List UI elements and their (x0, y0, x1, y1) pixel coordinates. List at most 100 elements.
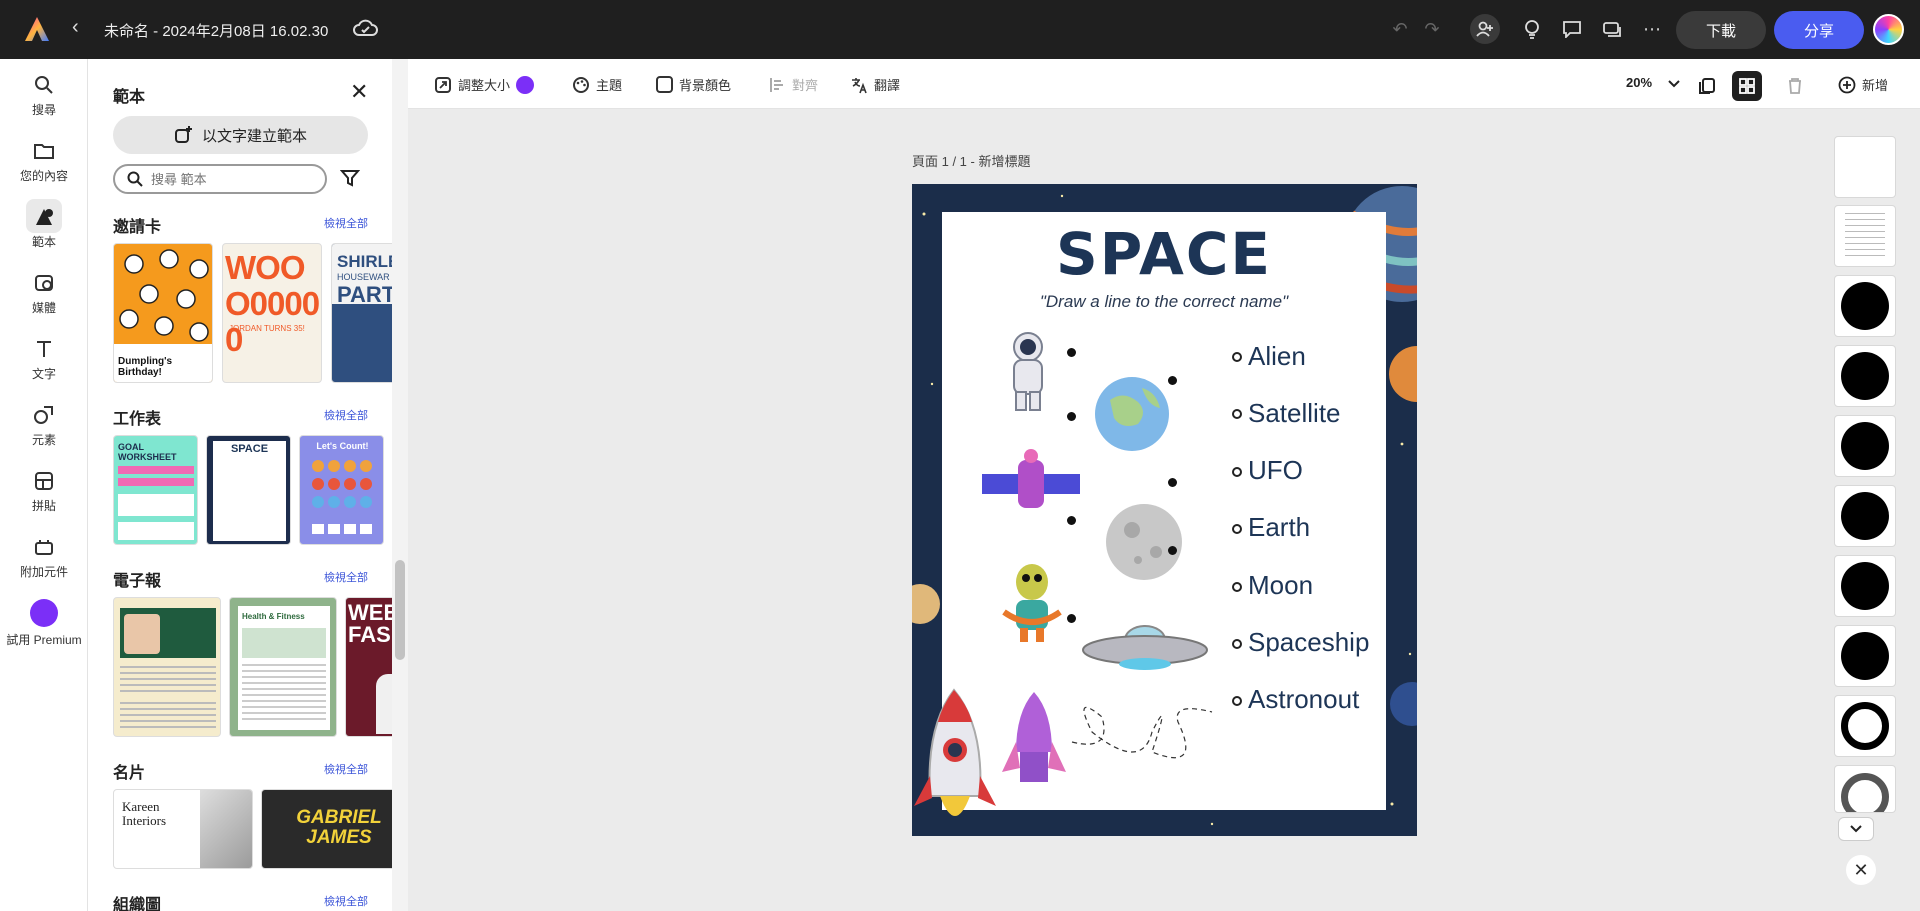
present-icon[interactable] (1600, 17, 1624, 41)
page-label[interactable]: 頁面 1 / 1 - 新增標題 (912, 151, 1030, 170)
match-dot-spaceship[interactable] (1067, 614, 1076, 623)
template-thumb-worksheet-3[interactable]: Let's Count! (299, 435, 384, 545)
undo-icon[interactable]: ↶ (1388, 17, 1412, 41)
close-icon[interactable]: ✕ (350, 79, 368, 105)
match-dot-earth[interactable] (1168, 376, 1177, 385)
template-thumb-worksheet-1[interactable]: GOAL WORKSHEET (113, 435, 198, 545)
name-satellite[interactable]: Satellite (1248, 398, 1341, 429)
name-ring-satellite[interactable] (1232, 409, 1242, 419)
rail-item-your-content[interactable]: 您的內容 (0, 139, 88, 184)
generate-template-button[interactable]: 以文字建立範本 (113, 116, 368, 154)
layer-thumb-10[interactable] (1834, 765, 1896, 813)
template-thumb-invite-2[interactable]: WOOO00000 JORDAN TURNS 35! (222, 243, 322, 383)
layer-thumb-2[interactable] (1834, 205, 1896, 267)
name-spaceship[interactable]: Spaceship (1248, 627, 1369, 658)
layer-thumb-6[interactable] (1834, 485, 1896, 547)
layer-thumb-8[interactable] (1834, 625, 1896, 687)
name-ring-ufo[interactable] (1232, 467, 1242, 477)
template-thumb-card-2[interactable]: GABRIEL JAMES (261, 789, 407, 869)
rail-item-media[interactable]: 媒體 (0, 271, 88, 316)
rail-item-text[interactable]: 文字 (0, 337, 88, 382)
invite-3-line-3: PART (337, 282, 396, 307)
match-dot-alien[interactable] (1067, 516, 1076, 525)
section-title-org-charts: 組織圖 (113, 897, 162, 911)
invite-2-title: WOOO00000 (225, 249, 320, 358)
align-button[interactable]: 對齊 (768, 75, 818, 94)
view-all-worksheets-link[interactable]: 檢視全部 (324, 407, 368, 423)
background-color-button[interactable]: 背景顏色 (656, 75, 731, 94)
more-options-icon[interactable]: ⋯ (1640, 17, 1664, 41)
artboard[interactable]: SPACE "Draw a line to the correct name" (912, 184, 1417, 836)
share-button[interactable]: 分享 (1774, 11, 1864, 49)
rail-item-templates[interactable]: 範本 (0, 199, 88, 250)
template-thumb-card-1[interactable]: Kareen Interiors (113, 789, 253, 869)
template-search-input[interactable] (151, 171, 311, 187)
theme-button[interactable]: 主題 (572, 75, 622, 94)
name-moon[interactable]: Moon (1248, 570, 1313, 601)
rail-item-addons[interactable]: 附加元件 (0, 535, 88, 580)
template-thumb-newsletter-1[interactable] (113, 597, 221, 737)
name-ring-alien[interactable] (1232, 352, 1242, 362)
layer-thumb-4[interactable] (1834, 345, 1896, 407)
pages-view-button[interactable] (1692, 71, 1722, 101)
view-all-business-cards-link[interactable]: 檢視全部 (324, 761, 368, 777)
user-avatar[interactable] (1873, 14, 1904, 45)
resize-button[interactable]: 調整大小 (434, 75, 535, 94)
cloud-sync-icon[interactable] (352, 17, 378, 39)
name-earth[interactable]: Earth (1248, 512, 1310, 543)
name-astronout[interactable]: Astronout (1248, 684, 1359, 715)
name-ring-astronout[interactable] (1232, 696, 1242, 706)
panel-scrollbar[interactable] (392, 59, 408, 911)
name-ring-moon[interactable] (1232, 582, 1242, 592)
layers-scroll-down-button[interactable] (1838, 817, 1874, 841)
panel-scrollbar-thumb[interactable] (395, 560, 405, 660)
name-ring-spaceship[interactable] (1232, 639, 1242, 649)
template-thumb-newsletter-2[interactable]: Health & Fitness (229, 597, 337, 737)
worksheet-2-title: SPACE (230, 443, 269, 455)
view-all-org-charts-link[interactable]: 檢視全部 (324, 893, 368, 909)
template-thumb-invite-1[interactable]: Dumpling's Birthday! (113, 243, 213, 383)
layout-view-button[interactable] (1732, 71, 1762, 101)
layer-thumb-9[interactable] (1834, 695, 1896, 757)
layer-thumb-5[interactable] (1834, 415, 1896, 477)
filter-icon[interactable] (340, 168, 360, 188)
rocket-illustration (914, 688, 996, 816)
template-thumb-worksheet-2[interactable]: SPACE (206, 435, 291, 545)
match-dot-satellite[interactable] (1067, 412, 1076, 421)
download-button[interactable]: 下載 (1676, 11, 1766, 49)
document-title[interactable]: 未命名 - 2024年2月08日 16.02.30 (104, 20, 328, 41)
generate-template-label: 以文字建立範本 (201, 127, 307, 145)
redo-icon[interactable]: ↷ (1420, 17, 1444, 41)
translate-icon (852, 77, 867, 93)
add-page-button[interactable]: 新增 (1838, 75, 1888, 94)
layer-thumb-3[interactable] (1834, 275, 1896, 337)
zoom-chevron-down-icon[interactable] (1668, 79, 1680, 89)
back-chevron-icon[interactable]: ‹ (72, 16, 79, 39)
layer-thumb-1[interactable] (1834, 136, 1896, 198)
name-ring-earth[interactable] (1232, 524, 1242, 534)
rail-item-elements[interactable]: 元素 (0, 403, 88, 448)
template-search-box[interactable] (113, 164, 327, 194)
delete-page-button[interactable] (1780, 71, 1810, 101)
layer-thumb-7[interactable] (1834, 555, 1896, 617)
name-alien[interactable]: Alien (1248, 341, 1306, 372)
match-dot-moon[interactable] (1168, 478, 1177, 487)
rail-item-search[interactable]: 搜尋 (0, 73, 88, 118)
match-dot-astronaut[interactable] (1067, 348, 1076, 357)
adobe-express-logo-icon[interactable] (24, 16, 50, 42)
rail-item-premium[interactable]: 試用 Premium (0, 599, 88, 648)
rail-item-label: 附加元件 (19, 565, 68, 579)
close-layers-button[interactable]: ✕ (1846, 855, 1876, 885)
worksheet-1-title: GOAL WORKSHEET (118, 442, 177, 462)
view-all-invitations-link[interactable]: 檢視全部 (324, 215, 368, 231)
rail-item-collage[interactable]: 拼貼 (0, 469, 88, 514)
name-ufo[interactable]: UFO (1248, 455, 1303, 486)
invite-user-icon[interactable] (1470, 14, 1500, 44)
resize-label: 調整大小 (458, 78, 511, 93)
match-dot-ufo[interactable] (1168, 546, 1177, 555)
view-all-newsletters-link[interactable]: 檢視全部 (324, 569, 368, 585)
comment-icon[interactable] (1560, 17, 1584, 41)
lightbulb-icon[interactable] (1520, 17, 1544, 41)
zoom-level[interactable]: 20% (1626, 75, 1652, 90)
translate-button[interactable]: 翻譯 (850, 75, 900, 94)
